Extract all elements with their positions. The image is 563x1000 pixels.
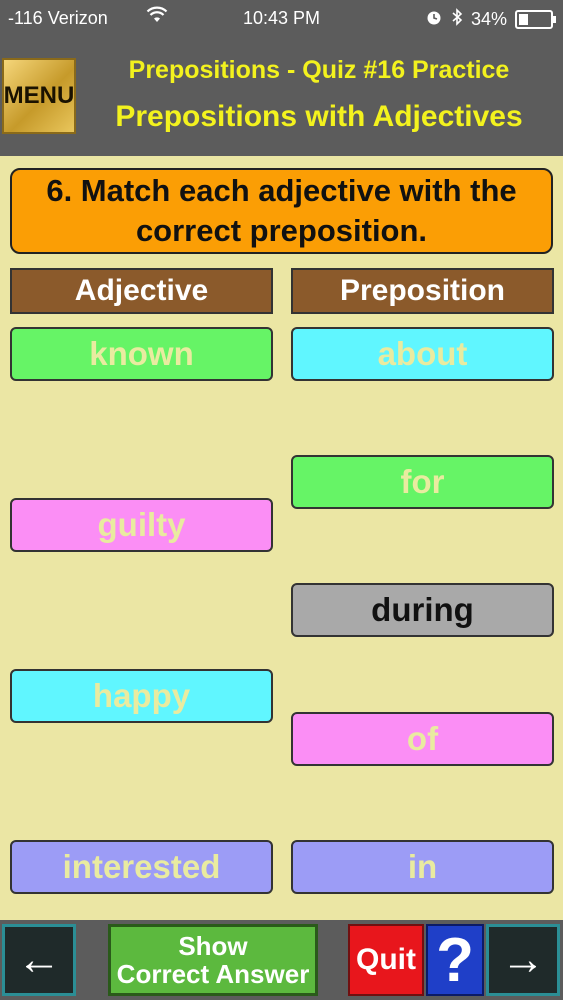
battery-percent: 34% xyxy=(470,9,507,29)
quit-button[interactable]: Quit xyxy=(348,924,424,996)
show-answer-label-line1: Show xyxy=(178,931,248,961)
show-correct-answer-button[interactable]: Show Correct Answer xyxy=(108,924,318,996)
preposition-tile-of[interactable]: of xyxy=(291,712,554,766)
bluetooth-icon xyxy=(451,8,463,31)
menu-button[interactable]: MENU xyxy=(2,58,76,134)
preposition-tile-during[interactable]: during xyxy=(291,583,554,637)
question-mark-icon: ? xyxy=(436,925,474,995)
adjective-tile-guilty[interactable]: guilty xyxy=(10,498,273,552)
arrow-left-icon: ← xyxy=(17,935,61,984)
preposition-tile-in[interactable]: in xyxy=(291,840,554,894)
adjective-tile-happy[interactable]: happy xyxy=(10,669,273,723)
show-answer-label-line2: Correct Answer xyxy=(116,959,310,989)
bottom-toolbar: ← Show Correct Answer Quit ? → xyxy=(0,920,563,1000)
preposition-column-header: Preposition xyxy=(291,268,554,314)
adjective-column-header: Adjective xyxy=(10,268,273,314)
adjective-tile-known[interactable]: known xyxy=(10,327,273,381)
arrow-right-icon: → xyxy=(501,935,545,984)
preposition-tile-for[interactable]: for xyxy=(291,455,554,509)
status-right-group: 34% xyxy=(425,8,556,31)
quiz-subtitle: Prepositions with Adjectives xyxy=(115,100,523,133)
question-prompt: 6. Match each adjective with the correct… xyxy=(10,168,553,254)
preposition-tile-about[interactable]: about xyxy=(291,327,554,381)
status-bar: -116 Verizon 10:43 PM 34% xyxy=(0,0,563,38)
header: MENU Prepositions - Quiz #16 Practice Pr… xyxy=(0,38,563,156)
battery-fill xyxy=(519,14,528,25)
battery-icon xyxy=(515,10,556,29)
help-button[interactable]: ? xyxy=(426,924,484,996)
quiz-title: Prepositions - Quiz #16 Practice xyxy=(128,56,510,84)
next-button[interactable]: → xyxy=(486,924,560,996)
adjective-tile-interested[interactable]: interested xyxy=(10,840,273,894)
alarm-icon xyxy=(425,8,443,31)
back-button[interactable]: ← xyxy=(2,924,76,996)
